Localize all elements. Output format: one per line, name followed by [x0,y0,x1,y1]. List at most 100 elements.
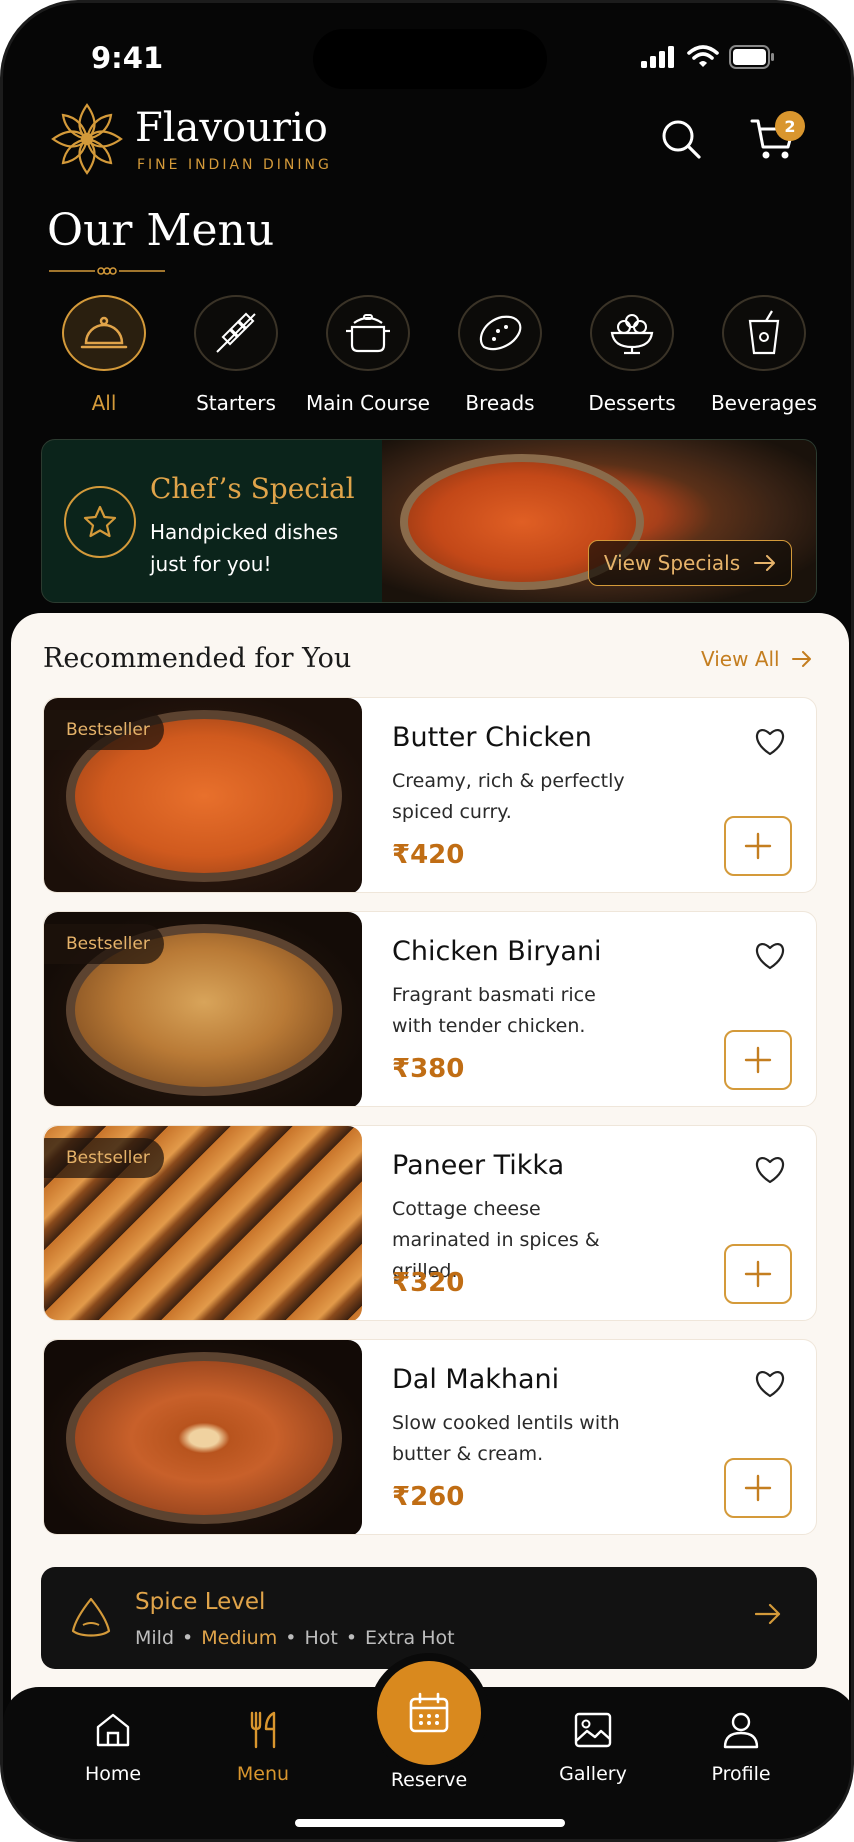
banner-subtitle: Handpicked dishes just for you! [150,520,339,576]
dish-image: Bestseller [44,698,362,892]
tab-profile[interactable]: Profile [681,1711,801,1785]
tab-home[interactable]: Home [53,1711,173,1785]
search-icon [662,120,701,159]
title-divider [49,267,165,275]
menu-item-card[interactable]: Bestseller Chicken Biryani Fragrant basm… [43,911,817,1107]
view-specials-label: View Specials [603,551,741,575]
app-header: Flavourio FINE INDIAN DINING [47,99,813,179]
category-icon-wrap [326,295,410,371]
calendar-icon [409,1692,449,1733]
item-price: ₹260 [392,1482,465,1512]
recommended-title: Recommended for You [43,643,352,674]
category-label: Breads [465,391,535,415]
category-desserts[interactable]: Desserts [567,295,697,415]
spice-option-hot[interactable]: Hot [304,1627,337,1649]
view-all-label: View All [701,647,780,671]
wifi-icon [687,45,719,67]
banner-title: Chef’s Special [150,472,355,505]
brand-name: Flavourio [135,105,328,151]
category-beverages[interactable]: Beverages [699,295,829,415]
tab-label: Home [84,1763,142,1785]
category-label: Main Course [306,391,430,415]
signal-icon [641,46,674,68]
plus-icon [744,1260,772,1288]
spice-option-extra-hot[interactable]: Extra Hot [365,1627,455,1649]
view-specials-button[interactable]: View Specials [588,540,792,586]
tab-label: Profile [711,1763,771,1785]
spice-option-medium[interactable]: Medium [201,1627,277,1649]
add-to-cart-button[interactable] [724,1458,792,1518]
status-bar: 9:41 [3,3,851,113]
cloche-icon [80,316,128,349]
tab-label: Gallery [559,1763,627,1785]
spice-option-mild[interactable]: Mild [135,1627,174,1649]
add-to-cart-button[interactable] [724,816,792,876]
star-icon [64,486,136,558]
heart-icon [756,943,784,970]
tab-menu[interactable]: Menu [203,1711,323,1785]
category-icon-wrap [194,295,278,371]
dish-image: Bestseller [44,912,362,1106]
reserve-button[interactable] [377,1661,481,1765]
chili-icon [71,1597,111,1637]
menu-item-card[interactable]: Bestseller Butter Chicken Creamy, rich &… [43,697,817,893]
category-label: Desserts [588,391,676,415]
favorite-button[interactable] [750,1364,790,1402]
item-description: Creamy, rich & perfectly spiced curry. [392,770,625,823]
heart-icon [756,1157,784,1184]
category-label: Beverages [710,391,818,415]
bread-icon [479,315,522,351]
cart-count-badge: 2 [775,111,805,141]
bullet-separator: • [182,1627,194,1649]
item-price: ₹320 [392,1268,465,1298]
category-list: All Starters Main Course Breads Desserts [39,295,829,415]
category-icon-wrap [590,295,674,371]
spice-level-options: Mild • Medium • Hot • Extra Hot [135,1627,455,1649]
heart-icon [756,1371,784,1398]
category-breads[interactable]: Breads [435,295,565,415]
arrow-right-icon [791,651,811,667]
arrow-right-icon [755,1603,781,1625]
bestseller-badge: Bestseller [44,1138,164,1178]
category-label: Starters [196,391,276,415]
cooking-pot-icon [346,314,390,353]
add-to-cart-button[interactable] [724,1030,792,1090]
menu-item-card[interactable]: Bestseller Paneer Tikka Cottage cheese m… [43,1125,817,1321]
item-name: Paneer Tikka [392,1150,565,1181]
item-description: Slow cooked lentils with butter & cream. [392,1412,620,1465]
category-main-course[interactable]: Main Course [303,295,433,415]
plus-icon [744,1046,772,1074]
category-starters[interactable]: Starters [171,295,301,415]
favorite-button[interactable] [750,722,790,760]
chef-special-banner[interactable]: Chef’s Special Handpicked dishes just fo… [41,439,817,603]
status-icons [641,45,775,69]
favorite-button[interactable] [750,936,790,974]
home-icon [96,1713,130,1747]
category-label: All [91,391,117,415]
category-all[interactable]: All [39,295,169,415]
bestseller-badge: Bestseller [44,924,164,964]
category-icon-wrap [722,295,806,371]
tab-gallery[interactable]: Gallery [533,1711,653,1785]
item-price: ₹420 [392,840,465,870]
search-button[interactable] [651,109,711,169]
favorite-button[interactable] [750,1150,790,1188]
add-to-cart-button[interactable] [724,1244,792,1304]
skewer-icon [216,312,256,353]
brand-tagline: FINE INDIAN DINING [137,157,332,173]
menu-item-card[interactable]: Dal Makhani Slow cooked lentils with but… [43,1339,817,1535]
arrow-right-icon [754,555,776,571]
status-time: 9:41 [91,41,164,75]
heart-icon [756,729,784,756]
dish-image: Bestseller [44,1126,362,1320]
user-icon [723,1712,759,1749]
battery-icon [729,45,774,69]
reserve-label: Reserve [390,1769,468,1791]
home-indicator [295,1819,565,1827]
image-icon [574,1712,612,1748]
spice-level-panel[interactable]: Spice Level Mild • Medium • Hot • Extra Hot [41,1567,817,1669]
item-name: Chicken Biryani [392,936,602,967]
lotus-logo-icon [51,103,123,175]
view-all-link[interactable]: View All [701,647,812,671]
bullet-separator: • [285,1627,297,1649]
